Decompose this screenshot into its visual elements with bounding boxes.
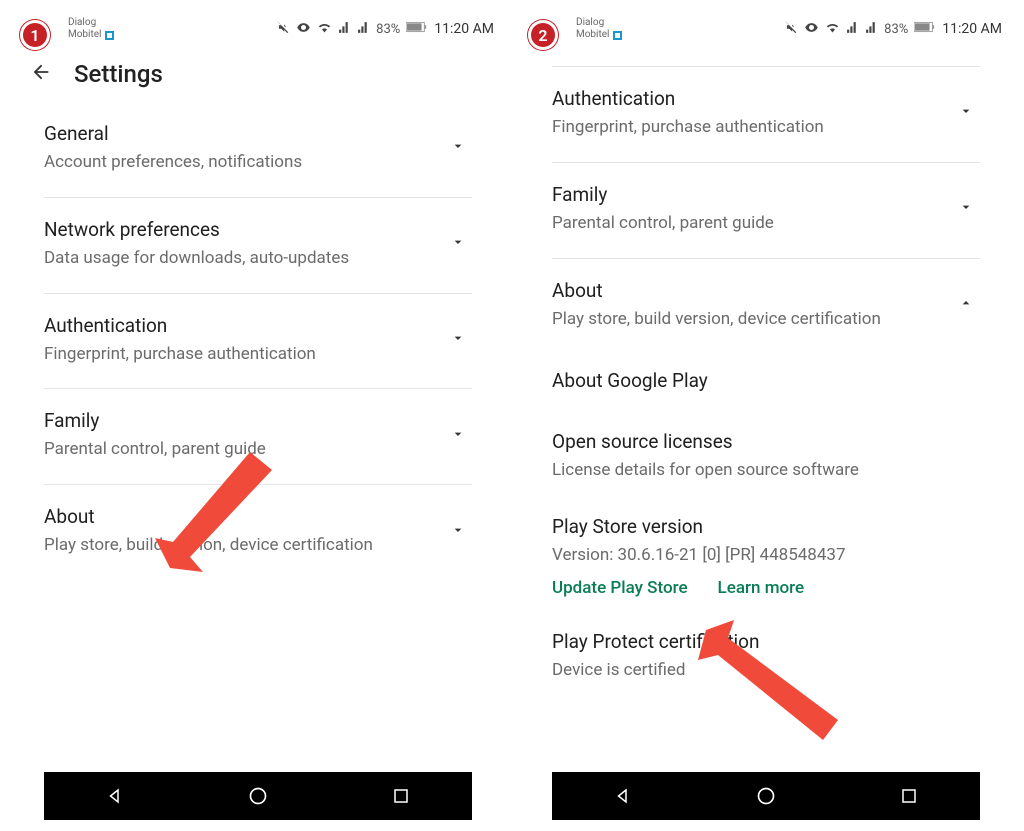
nav-home[interactable] <box>755 785 777 807</box>
nav-bar <box>552 772 980 820</box>
nav-bar <box>44 772 472 820</box>
chevron-down-icon <box>958 199 980 219</box>
settings-item-sub: Data usage for downloads, auto-updates <box>44 247 440 271</box>
eye-icon <box>804 20 819 39</box>
settings-item-title: Network preferences <box>44 218 440 241</box>
settings-item-sub: Fingerprint, purchase authentication <box>552 116 948 140</box>
status-bar: Dialog Mobitel 83% 11:20 AM <box>518 10 1014 48</box>
settings-item-sub: Account preferences, notifications <box>44 151 440 175</box>
app-header: Settings <box>10 48 506 102</box>
settings-item-about[interactable]: About Play store, build version, device … <box>552 259 980 354</box>
status-icons: 83% 11:20 AM <box>784 20 1002 39</box>
chevron-down-icon <box>450 234 472 254</box>
carrier-labels: Dialog Mobitel <box>68 17 114 41</box>
nav-back[interactable] <box>612 785 634 807</box>
chevron-down-icon <box>450 330 472 350</box>
battery-icon <box>914 21 936 37</box>
nav-recent[interactable] <box>390 785 412 807</box>
chevron-down-icon <box>450 138 472 158</box>
settings-item-authentication[interactable]: Authentication Fingerprint, purchase aut… <box>552 67 980 163</box>
settings-item-title: Authentication <box>44 314 440 337</box>
clock-text: 11:20 AM <box>942 21 1002 37</box>
chevron-down-icon <box>450 426 472 446</box>
signal-icon-1 <box>338 21 351 38</box>
sub-desc: Version: 30.6.16-21 [0] [PR] 448548437 <box>552 544 980 568</box>
battery-text: 83% <box>884 22 908 37</box>
sub-title: Open source licenses <box>552 430 980 453</box>
step-badge-1: 1 <box>20 20 50 50</box>
nav-back[interactable] <box>104 785 126 807</box>
open-source-licenses[interactable]: Open source licenses License details for… <box>552 414 980 499</box>
nav-recent[interactable] <box>898 785 920 807</box>
annotation-arrow-2 <box>698 620 858 754</box>
settings-item-general[interactable]: General Account preferences, notificatio… <box>44 102 472 198</box>
carrier-labels: Dialog Mobitel <box>576 17 622 41</box>
settings-item-sub: Fingerprint, purchase authentication <box>44 343 440 367</box>
chevron-up-icon <box>958 295 980 315</box>
play-store-version: Play Store version Version: 30.6.16-21 [… <box>552 499 980 614</box>
sub-title: About Google Play <box>552 369 980 392</box>
settings-item-network[interactable]: Network preferences Data usage for downl… <box>44 198 472 294</box>
phone-screen-2: 2 Dialog Mobitel 83% 11:20 AM Authentica… <box>518 10 1014 820</box>
learn-more-link[interactable]: Learn more <box>718 578 805 598</box>
page-title: Settings <box>74 60 163 88</box>
settings-item-title: Authentication <box>552 87 948 110</box>
settings-list: General Account preferences, notificatio… <box>10 102 506 772</box>
update-play-store-link[interactable]: Update Play Store <box>552 578 688 598</box>
mute-icon <box>784 20 798 38</box>
notice-icon <box>105 31 114 40</box>
mute-icon <box>276 20 290 38</box>
battery-icon <box>406 21 428 37</box>
signal-icon-2 <box>357 21 370 38</box>
status-icons: 83% 11:20 AM <box>276 20 494 39</box>
settings-item-title: General <box>44 122 440 145</box>
chevron-down-icon <box>958 103 980 123</box>
annotation-arrow-1 <box>155 440 285 584</box>
chevron-down-icon <box>450 522 472 542</box>
signal-icon-1 <box>846 21 859 38</box>
settings-item-sub: Play store, build version, device certif… <box>552 308 948 332</box>
nav-home[interactable] <box>247 785 269 807</box>
back-button[interactable] <box>30 61 52 87</box>
settings-item-title: Family <box>44 409 440 432</box>
notice-icon <box>613 31 622 40</box>
sub-title: Play Store version <box>552 515 980 538</box>
wifi-icon <box>317 20 332 39</box>
clock-text: 11:20 AM <box>434 21 494 37</box>
phone-screen-1: 1 Dialog Mobitel 83% <box>10 10 506 820</box>
settings-item-title: About <box>552 279 948 302</box>
about-google-play[interactable]: About Google Play <box>552 353 980 414</box>
wifi-icon <box>825 20 840 39</box>
eye-icon <box>296 20 311 39</box>
step-badge-2: 2 <box>528 20 558 50</box>
status-bar: Dialog Mobitel 83% 11:20 AM <box>10 10 506 48</box>
settings-item-title: Family <box>552 183 948 206</box>
signal-icon-2 <box>865 21 878 38</box>
settings-item-authentication[interactable]: Authentication Fingerprint, purchase aut… <box>44 294 472 390</box>
settings-item-family[interactable]: Family Parental control, parent guide <box>552 163 980 259</box>
settings-item-sub: Parental control, parent guide <box>552 212 948 236</box>
sub-desc: License details for open source software <box>552 459 980 483</box>
battery-text: 83% <box>376 22 400 37</box>
